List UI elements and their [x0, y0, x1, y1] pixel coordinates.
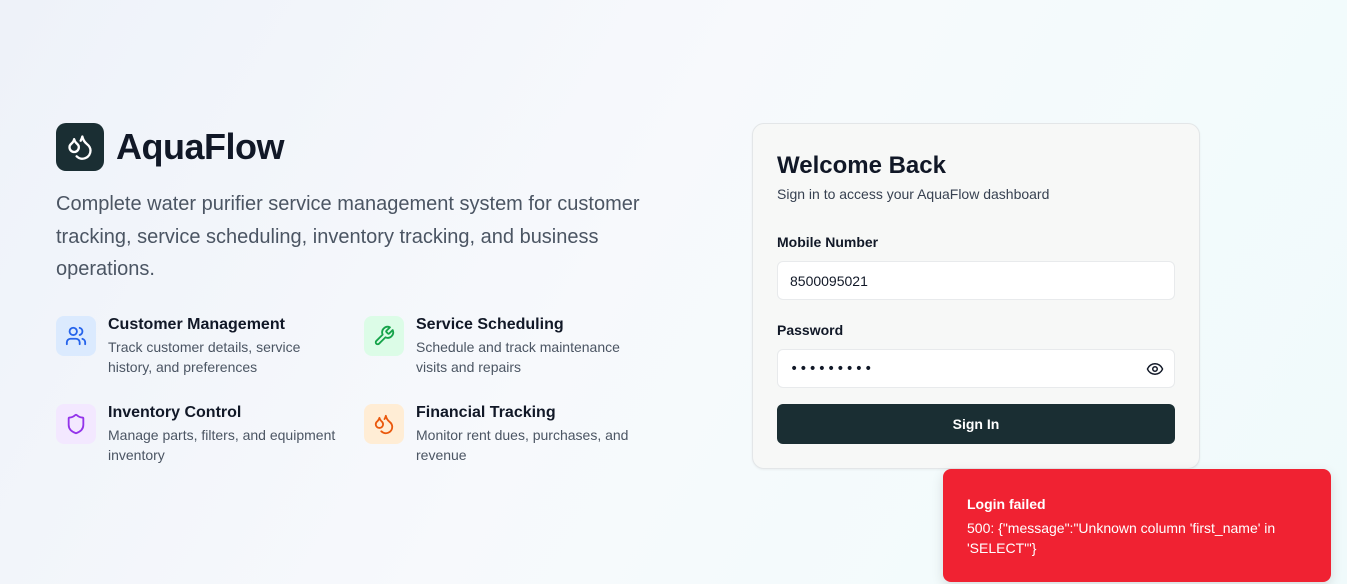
feature-description: Schedule and track maintenance visits an…: [416, 339, 620, 375]
tagline: Complete water purifier service manageme…: [56, 193, 640, 280]
shield-icon: [56, 404, 96, 444]
error-toast[interactable]: Login failed 500: {"message":"Unknown co…: [943, 469, 1331, 582]
password-field[interactable]: •••••••••: [777, 349, 1175, 388]
mobile-number-field[interactable]: [777, 261, 1175, 300]
login-subtitle: Sign in to access your AquaFlow dashboar…: [777, 186, 1050, 202]
sign-in-button[interactable]: Sign In: [777, 404, 1175, 444]
feature-description: Manage parts, filters, and equipment inv…: [108, 427, 336, 463]
toast-message: 500: {"message":"Unknown column 'first_n…: [967, 520, 1276, 556]
feature-title: Inventory Control: [108, 404, 242, 421]
brand-name: AquaFlow: [116, 126, 284, 167]
feature-description: Monitor rent dues, purchases, and revenu…: [416, 427, 629, 463]
droplets-icon: [364, 404, 404, 444]
login-title: Welcome Back: [777, 152, 946, 179]
login-card: Welcome Back Sign in to access your Aqua…: [752, 123, 1200, 469]
droplets-logo-icon: [56, 123, 104, 171]
feature-customer-management: Customer Management Track customer detai…: [56, 316, 346, 377]
eye-icon[interactable]: [1146, 360, 1164, 378]
feature-title: Financial Tracking: [416, 404, 556, 421]
password-input[interactable]: •••••••••: [790, 361, 873, 377]
password-label: Password: [777, 322, 844, 338]
brand: AquaFlow: [56, 123, 284, 171]
feature-title: Customer Management: [108, 316, 285, 333]
feature-title: Service Scheduling: [416, 316, 564, 333]
users-icon: [56, 316, 96, 356]
feature-description: Track customer details, service history,…: [108, 339, 301, 375]
wrench-icon: [364, 316, 404, 356]
feature-inventory-control: Inventory Control Manage parts, filters,…: [56, 404, 346, 465]
toast-title: Login failed: [967, 496, 1046, 512]
feature-financial-tracking: Financial Tracking Monitor rent dues, pu…: [364, 404, 654, 465]
mobile-number-label: Mobile Number: [777, 234, 879, 250]
feature-service-scheduling: Service Scheduling Schedule and track ma…: [364, 316, 654, 377]
mobile-number-input[interactable]: [790, 272, 1174, 289]
